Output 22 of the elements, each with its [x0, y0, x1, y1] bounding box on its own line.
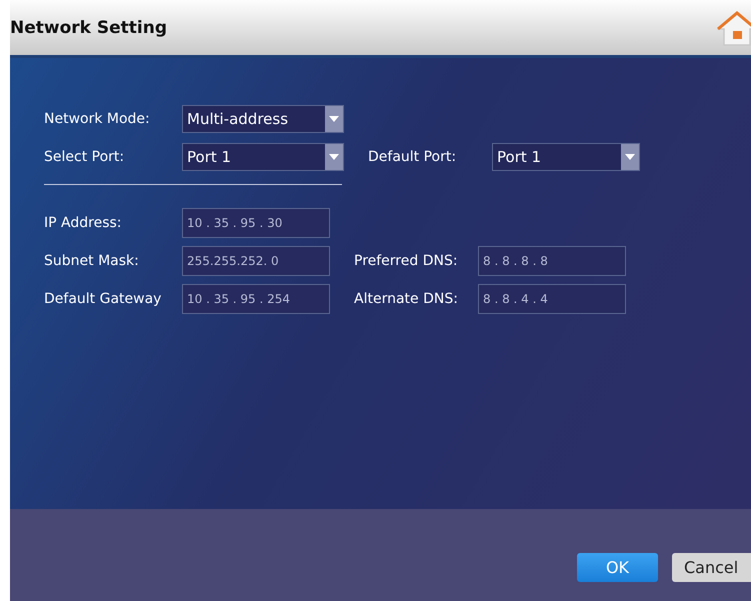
field-label: Preferred DNS:: [354, 253, 459, 269]
ip-field[interactable]: 8 . 8 . 8 . 8: [478, 246, 626, 276]
ip-field[interactable]: 10 . 35 . 95 . 254: [182, 284, 330, 314]
ip-field[interactable]: 255.255.252. 0: [182, 246, 330, 276]
field-label: Select Port:: [44, 149, 126, 165]
ip-field[interactable]: 8 . 8 . 4 . 4: [478, 284, 626, 314]
port-dropdown[interactable]: Port 1: [492, 143, 640, 171]
field-label: Alternate DNS:: [354, 291, 459, 307]
field-label: Default Port:: [368, 149, 458, 165]
window-title: Network Setting: [10, 18, 168, 38]
field-label: Default Gateway: [44, 291, 162, 307]
home-icon[interactable]: [717, 10, 751, 46]
caret-icon: [329, 154, 339, 160]
mode-dropdown[interactable]: Multi-address: [182, 105, 344, 133]
port-dropdown[interactable]: Port 1: [182, 143, 344, 171]
field-label: IP Address:: [44, 215, 122, 231]
field-label: Network Mode:: [44, 111, 151, 127]
cancel-button[interactable]: Cancel: [672, 553, 751, 582]
caret-icon: [329, 116, 339, 122]
ip-field[interactable]: 10 . 35 . 95 . 30: [182, 208, 330, 238]
field-label: Subnet Mask:: [44, 253, 140, 269]
caret-icon: [625, 154, 635, 160]
